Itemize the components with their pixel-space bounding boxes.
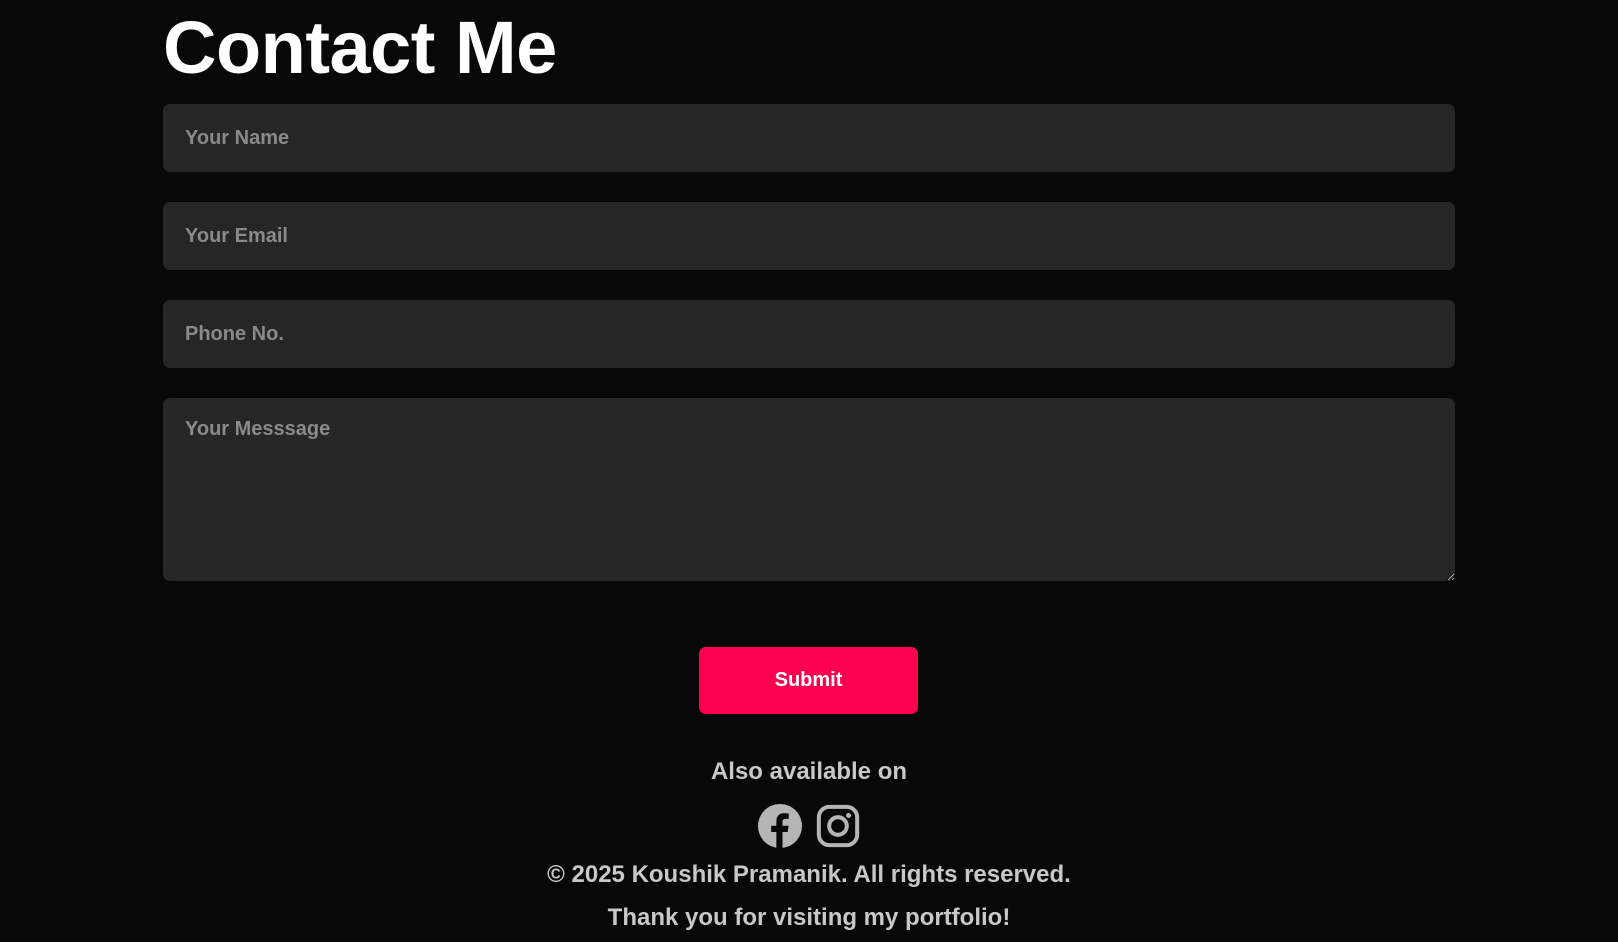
copyright-text: © 2025 Koushik Pramanik. All rights rese…: [547, 861, 1071, 888]
page-title: Contact Me: [163, 6, 557, 89]
name-input[interactable]: [163, 104, 1455, 172]
instagram-icon: [816, 804, 860, 848]
submit-button[interactable]: Submit: [699, 647, 918, 714]
phone-input[interactable]: [163, 300, 1455, 368]
contact-section: Contact Me Submit Also available on © 20…: [163, 0, 1455, 942]
message-textarea[interactable]: [163, 398, 1455, 581]
social-links: [163, 803, 1455, 851]
facebook-icon: [757, 803, 803, 849]
email-input[interactable]: [163, 202, 1455, 270]
thanks-text: Thank you for visiting my portfolio!: [607, 904, 1011, 931]
instagram-link[interactable]: [815, 803, 861, 849]
also-available-label: Also available on: [710, 758, 908, 785]
facebook-link[interactable]: [757, 803, 803, 849]
